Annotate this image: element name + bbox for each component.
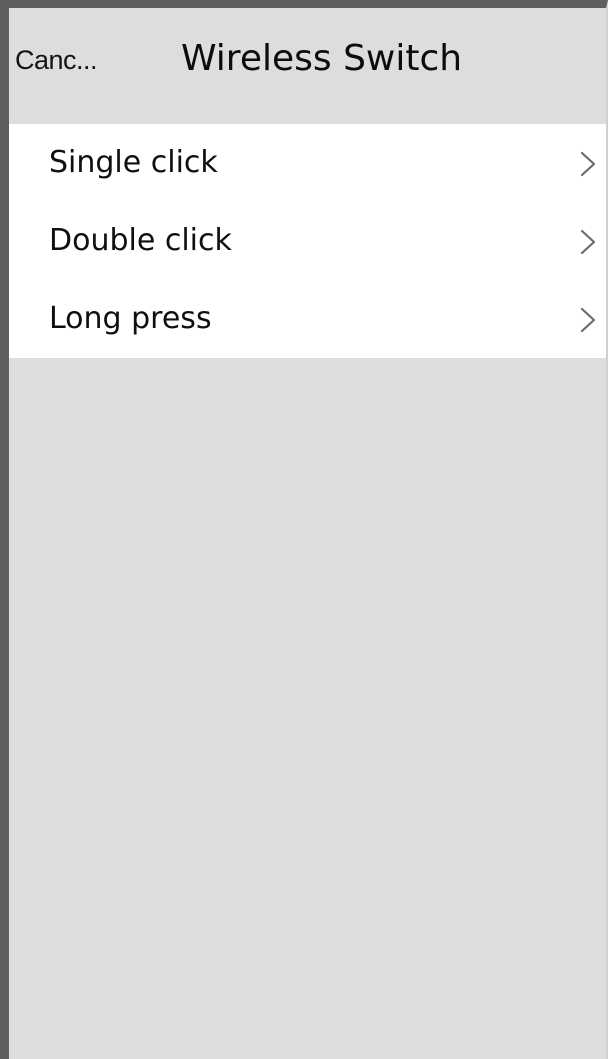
chevron-right-icon <box>578 151 598 177</box>
action-list: Single click Double click Long press <box>9 124 606 358</box>
list-item-long-press[interactable]: Long press <box>9 280 606 358</box>
list-item-label: Single click <box>49 145 218 180</box>
empty-content-area <box>9 358 606 1059</box>
page-title: Wireless Switch <box>181 38 463 79</box>
list-item-double-click[interactable]: Double click <box>9 202 606 280</box>
chevron-right-icon <box>578 229 598 255</box>
app-screen: Canc... Wireless Switch Single click Dou… <box>0 0 608 1059</box>
chevron-right-icon <box>578 307 598 333</box>
cancel-button[interactable]: Canc... <box>15 45 98 76</box>
navigation-bar: Canc... Wireless Switch <box>9 8 606 124</box>
list-item-single-click[interactable]: Single click <box>9 124 606 202</box>
list-item-label: Double click <box>49 223 232 258</box>
list-item-label: Long press <box>49 301 212 336</box>
